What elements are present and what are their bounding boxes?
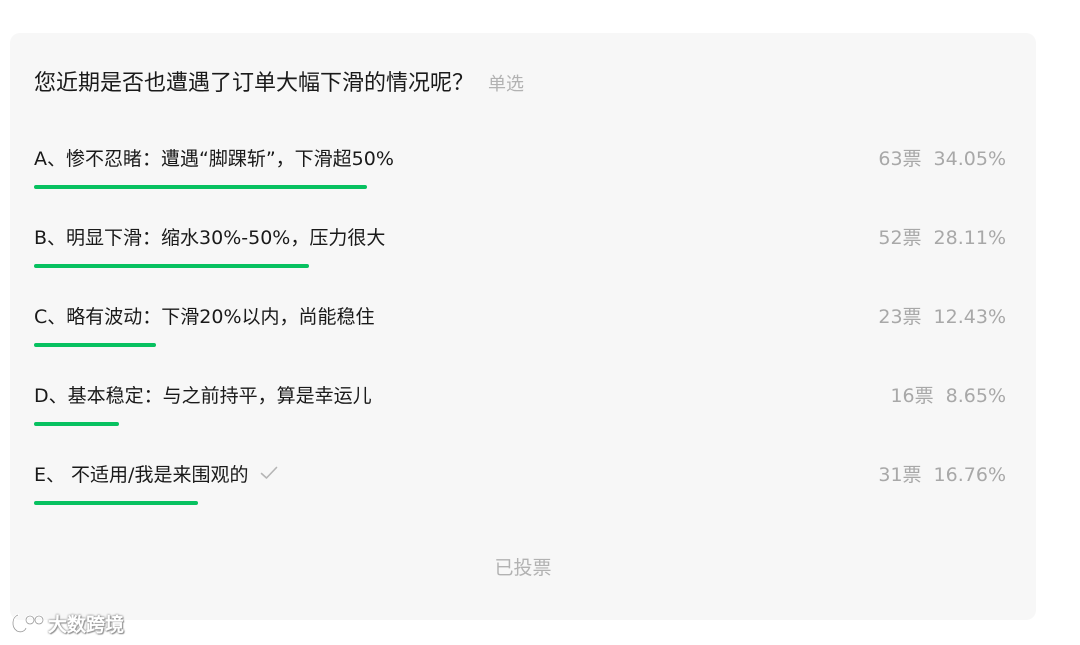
- option-label-text: E、 不适用/我是来围观的: [34, 464, 249, 486]
- option-stats: 63票 34.05%: [878, 146, 1006, 172]
- option-votes: 16票: [890, 385, 934, 407]
- option-label: B、明显下滑：缩水30%-50%，压力很大: [34, 227, 386, 249]
- option-progress-bar: [34, 264, 309, 268]
- option-label: E、 不适用/我是来围观的: [34, 462, 278, 489]
- checkmark-icon: [260, 461, 278, 487]
- poll-option-b[interactable]: B、明显下滑：缩水30%-50%，压力很大 52票 28.11%: [34, 225, 1006, 281]
- option-percent: 34.05%: [933, 148, 1006, 170]
- option-stats: 52票 28.11%: [878, 225, 1006, 251]
- option-label: C、略有波动：下滑20%以内，尚能稳住: [34, 306, 375, 328]
- option-label: A、惨不忍睹：遭遇“脚踝斩”，下滑超50%: [34, 148, 394, 170]
- poll-option-c[interactable]: C、略有波动：下滑20%以内，尚能稳住 23票 12.43%: [34, 304, 1006, 360]
- option-percent: 8.65%: [945, 385, 1006, 407]
- poll-option-d[interactable]: D、基本稳定：与之前持平，算是幸运儿 16票 8.65%: [34, 383, 1006, 439]
- option-progress-bar: [34, 501, 198, 505]
- option-stats: 31票 16.76%: [878, 462, 1006, 488]
- poll-option-e[interactable]: E、 不适用/我是来围观的 31票 16.76%: [34, 462, 1006, 518]
- option-percent: 12.43%: [933, 306, 1006, 328]
- option-progress-bar: [34, 422, 119, 426]
- brand-logo-icon: [8, 611, 45, 640]
- poll-question: 您近期是否也遭遇了订单大幅下滑的情况呢？ 单选: [34, 65, 524, 97]
- option-progress-bar: [34, 185, 367, 189]
- option-label: D、基本稳定：与之前持平，算是幸运儿: [34, 385, 372, 407]
- poll-option-a[interactable]: A、惨不忍睹：遭遇“脚踝斩”，下滑超50% 63票 34.05%: [34, 146, 1006, 202]
- watermark: 大数跨境: [8, 610, 124, 640]
- poll-type-label: 单选: [488, 74, 525, 95]
- watermark-text: 大数跨境: [48, 614, 125, 636]
- option-percent: 28.11%: [933, 227, 1006, 249]
- option-votes: 31票: [878, 464, 922, 486]
- option-votes: 63票: [878, 148, 922, 170]
- option-progress-bar: [34, 343, 156, 347]
- poll-card: 您近期是否也遭遇了订单大幅下滑的情况呢？ 单选 A、惨不忍睹：遭遇“脚踝斩”，下滑…: [10, 33, 1036, 620]
- option-percent: 16.76%: [933, 464, 1006, 486]
- option-votes: 23票: [878, 306, 922, 328]
- voted-status-label: 已投票: [494, 557, 552, 579]
- option-stats: 16票 8.65%: [890, 383, 1006, 409]
- option-stats: 23票 12.43%: [878, 304, 1006, 330]
- question-text: 您近期是否也遭遇了订单大幅下滑的情况呢？: [34, 71, 475, 96]
- option-votes: 52票: [878, 227, 922, 249]
